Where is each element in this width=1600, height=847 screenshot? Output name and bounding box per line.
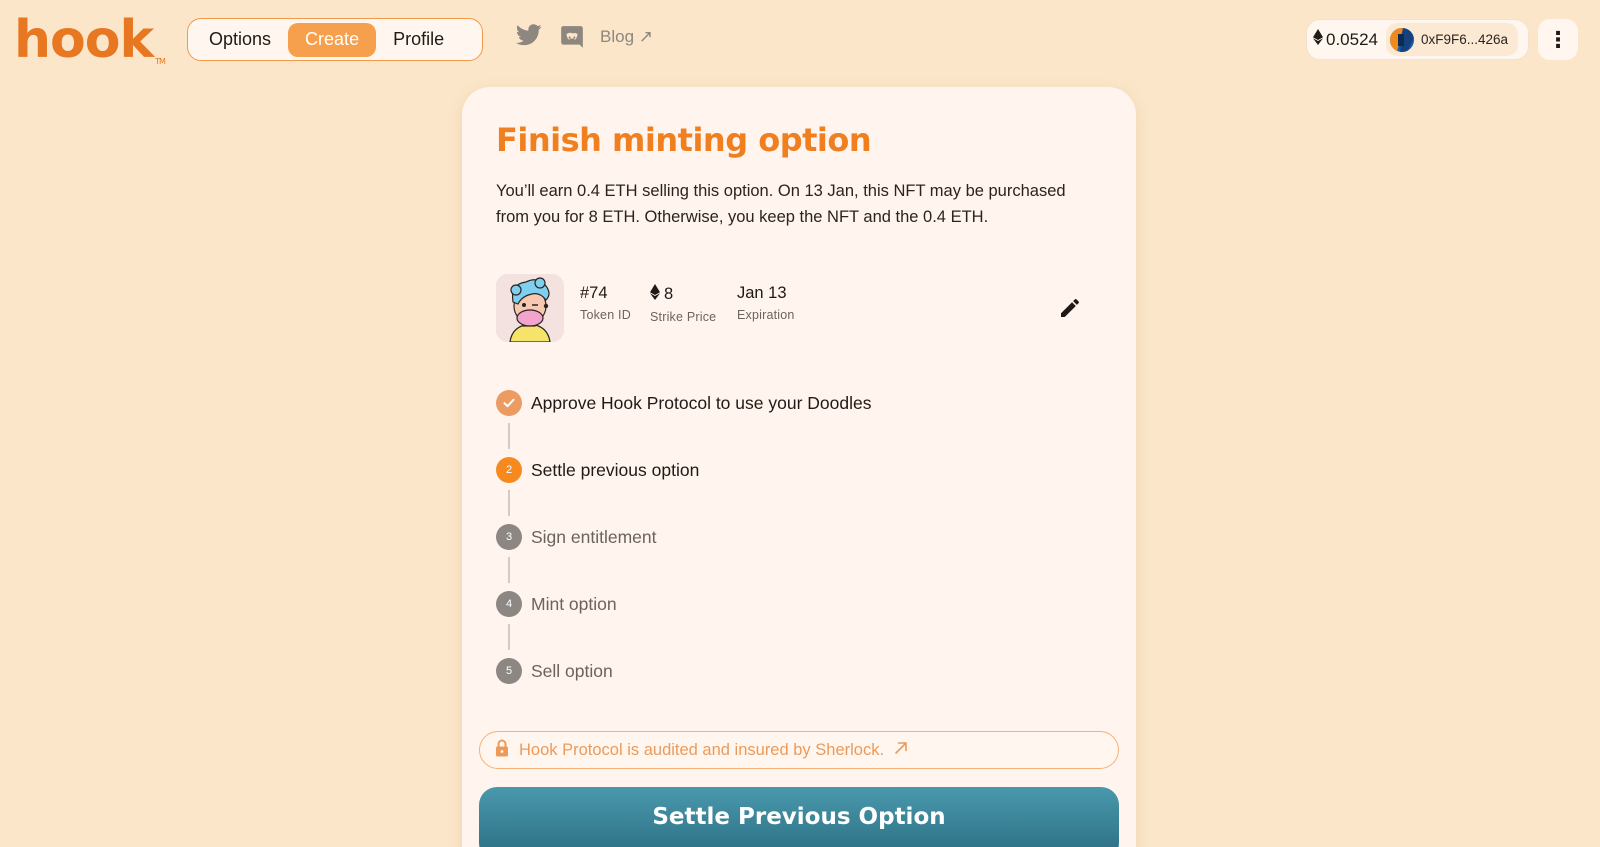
settle-previous-option-button[interactable]: Settle Previous Option — [479, 787, 1119, 847]
more-menu-button[interactable]: ⋮ — [1538, 19, 1578, 60]
tab-create[interactable]: Create — [288, 22, 377, 57]
mint-card: Finish minting option You’ll earn 0.4 ET… — [462, 87, 1136, 847]
external-link-icon — [894, 741, 908, 760]
eth-icon — [1313, 29, 1323, 50]
token-id-stat: #74 Token ID — [580, 284, 631, 322]
strike-price-value-row: 8 — [650, 284, 716, 305]
step-label: Sell option — [531, 660, 613, 681]
twitter-icon[interactable] — [516, 24, 542, 46]
step-number: 3 — [496, 524, 522, 550]
discord-icon[interactable] — [559, 24, 585, 50]
step-connector — [508, 423, 510, 449]
step-number: 5 — [496, 658, 522, 684]
step-connector — [508, 490, 510, 516]
strike-price-value: 8 — [664, 285, 674, 303]
wallet-widget[interactable]: 0.0524 0xF9F6...426a — [1306, 19, 1529, 60]
token-summary: #74 Token ID 8 Strike Price Jan 13 Expir… — [496, 274, 1096, 342]
option-description: You’ll earn 0.4 ETH selling this option.… — [496, 182, 1066, 226]
more-vertical-icon: ⋮ — [1547, 26, 1569, 52]
blog-link[interactable]: Blog ↗ — [600, 27, 653, 47]
tab-options[interactable]: Options — [192, 23, 288, 57]
expiration-value: Jan 13 — [737, 284, 787, 302]
wallet-address: 0xF9F6...426a — [1421, 32, 1509, 47]
strike-price-label: Strike Price — [650, 310, 717, 324]
expiration-stat: Jan 13 Expiration — [737, 284, 795, 322]
trademark: TM — [155, 57, 166, 66]
tab-profile[interactable]: Profile — [376, 23, 461, 57]
edit-pencil-icon[interactable] — [1058, 296, 1082, 325]
mint-steps: Approve Hook Protocol to use your Doodle… — [496, 390, 871, 684]
step-sign: 3 Sign entitlement — [496, 524, 871, 550]
page-title: Finish minting option — [496, 121, 872, 159]
step-settle: 2 Settle previous option — [496, 457, 871, 483]
balance-value: 0.0524 — [1326, 29, 1378, 49]
check-icon — [496, 390, 522, 416]
step-number: 2 — [496, 457, 522, 483]
step-connector — [508, 557, 510, 583]
step-approve: Approve Hook Protocol to use your Doodle… — [496, 390, 871, 416]
step-label: Sign entitlement — [531, 526, 657, 547]
step-label: Approve Hook Protocol to use your Doodle… — [531, 392, 872, 413]
nft-thumbnail — [496, 274, 564, 342]
hook-logo[interactable]: hook TM — [14, 6, 166, 74]
step-label: Settle previous option — [531, 459, 700, 480]
token-id-value: #74 — [580, 284, 608, 302]
step-mint: 4 Mint option — [496, 591, 871, 617]
step-number: 4 — [496, 591, 522, 617]
step-label: Mint option — [531, 593, 617, 614]
token-id-label: Token ID — [580, 308, 631, 322]
audit-text: Hook Protocol is audited and insured by … — [519, 740, 885, 759]
strike-price-stat: 8 Strike Price — [650, 284, 716, 324]
step-connector — [508, 624, 510, 650]
address-pill[interactable]: 0xF9F6...426a — [1386, 23, 1519, 56]
audit-link[interactable]: Hook Protocol is audited and insured by … — [479, 731, 1119, 769]
wallet-avatar — [1390, 27, 1414, 52]
main-nav: Options Create Profile — [187, 18, 483, 61]
expiration-label: Expiration — [737, 308, 795, 322]
eth-balance: 0.0524 — [1313, 29, 1378, 50]
step-sell: 5 Sell option — [496, 658, 871, 684]
lock-icon — [495, 739, 509, 762]
eth-icon — [650, 284, 660, 305]
